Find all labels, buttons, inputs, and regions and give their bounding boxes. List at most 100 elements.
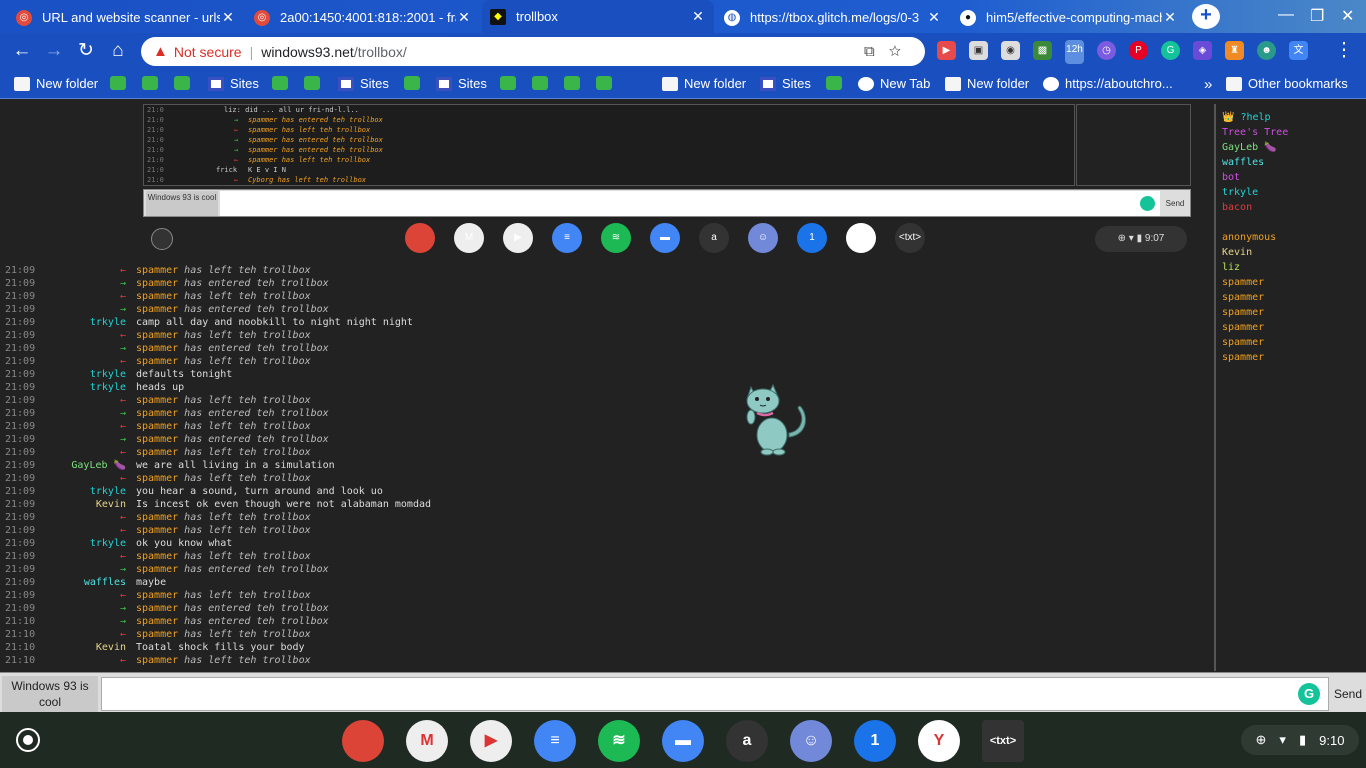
message-nick[interactable]: trkyle: [90, 381, 126, 394]
star-icon[interactable]: ☆: [889, 43, 915, 60]
tab-urlscan[interactable]: ◎ URL and website scanner - urlsc ✕: [8, 2, 244, 33]
user-list-item[interactable]: Kevin: [1216, 245, 1366, 260]
reload-icon[interactable]: ↻: [74, 39, 98, 63]
google-docs-icon[interactable]: ≡: [534, 720, 576, 762]
chrome-icon[interactable]: [342, 720, 384, 762]
message-nick[interactable]: Kevin: [96, 641, 126, 654]
close-icon[interactable]: ✕: [1162, 9, 1178, 26]
warning-icon[interactable]: ▲: [153, 43, 168, 60]
extension-icon[interactable]: ◈: [1193, 41, 1212, 60]
user-list-item[interactable]: spammer: [1216, 305, 1366, 320]
user-list-item[interactable]: GayLeb 🍆: [1216, 140, 1366, 155]
send-button[interactable]: Send: [1330, 677, 1366, 711]
bookmark-folder[interactable]: New folder: [945, 76, 1029, 91]
user-list-item[interactable]: 👑 ?help: [1216, 110, 1366, 125]
tab-ip[interactable]: ◎ 2a00:1450:4001:818::2001 - fra ✕: [246, 2, 480, 33]
bookmark-sites[interactable]: Sites: [436, 76, 487, 91]
user-list-item[interactable]: spammer: [1216, 290, 1366, 305]
screenshot-extension-icon[interactable]: ▣: [969, 41, 988, 60]
bookmarks-overflow[interactable]: »: [1204, 76, 1212, 93]
user-list-item[interactable]: Tree's Tree: [1216, 125, 1366, 140]
user-list-item[interactable]: bot: [1216, 170, 1366, 185]
user-list-item[interactable]: [1216, 215, 1366, 230]
spotify-icon[interactable]: ≋: [598, 720, 640, 762]
security-label[interactable]: Not secure: [174, 44, 242, 60]
message-nick[interactable]: GayLeb 🍆: [71, 459, 126, 472]
close-window-icon[interactable]: ✕: [1341, 6, 1354, 26]
forward-icon[interactable]: →: [42, 39, 66, 63]
user-list-item[interactable]: liz: [1216, 260, 1366, 275]
tab-logs[interactable]: ◍ https://tbox.glitch.me/logs/0-3 ✕: [716, 2, 950, 33]
pinterest-icon[interactable]: P: [1129, 41, 1148, 60]
play-store-icon[interactable]: ▶: [470, 720, 512, 762]
address-bar[interactable]: ▲ Not secure | windows93.net/trollbox/ ⧉…: [141, 37, 925, 66]
user-list-item[interactable]: waffles: [1216, 155, 1366, 170]
system-tray[interactable]: ⊕ ▾ ▮ 9:10: [1241, 725, 1359, 755]
message-nick[interactable]: trkyle: [90, 485, 126, 498]
bookmark-item[interactable]: [304, 76, 326, 90]
bookmark-google[interactable]: https://aboutchro...: [1043, 76, 1173, 91]
bookmark-sites[interactable]: Sites: [338, 76, 389, 91]
extension-icon[interactable]: ♜: [1225, 41, 1244, 60]
text-icon[interactable]: <txt>: [982, 720, 1024, 762]
user-list-item[interactable]: spammer: [1216, 320, 1366, 335]
translate-icon[interactable]: 文: [1289, 41, 1308, 60]
message-nick[interactable]: waffles: [84, 576, 126, 589]
bookmark-item[interactable]: [596, 76, 618, 90]
bookmark-sites[interactable]: Sites: [208, 76, 259, 91]
user-list-item[interactable]: bacon: [1216, 200, 1366, 215]
extension-icon[interactable]: ☻: [1257, 41, 1276, 60]
bookmark-folder[interactable]: New folder: [662, 76, 746, 91]
bookmark-newtab[interactable]: New Tab: [858, 76, 930, 91]
message-nick[interactable]: trkyle: [90, 368, 126, 381]
menu-icon[interactable]: ⋮: [1332, 39, 1356, 63]
one-icon[interactable]: 1: [854, 720, 896, 762]
clock-extension-icon[interactable]: ◷: [1097, 41, 1116, 60]
minimize-icon[interactable]: —: [1278, 6, 1294, 24]
calendar-extension-icon[interactable]: 12h: [1065, 40, 1084, 64]
bookmark-item[interactable]: [142, 76, 164, 90]
close-icon[interactable]: ✕: [220, 9, 236, 26]
chat-input[interactable]: [101, 677, 1329, 711]
close-icon[interactable]: ✕: [926, 9, 942, 26]
chat-log[interactable]: 21:0 liz: did ... all ur fri-nd-l.l.. 21:0…: [0, 104, 1212, 671]
home-icon[interactable]: ⌂: [106, 39, 130, 63]
bookmark-item[interactable]: [110, 76, 132, 90]
close-icon[interactable]: ✕: [456, 9, 472, 26]
bookmark-item[interactable]: [500, 76, 522, 90]
back-icon[interactable]: ←: [10, 39, 34, 63]
open-external-icon[interactable]: ⧉: [864, 43, 889, 60]
image-extension-icon[interactable]: ▩: [1033, 41, 1052, 60]
yandex-icon[interactable]: Y: [918, 720, 960, 762]
bookmark-other[interactable]: Other bookmarks: [1226, 76, 1348, 91]
bookmark-sites[interactable]: Sites: [760, 76, 811, 91]
discord-icon[interactable]: ☺: [790, 720, 832, 762]
user-list-item[interactable]: anonymous: [1216, 230, 1366, 245]
grammarly-icon[interactable]: G: [1161, 41, 1180, 60]
message-nick[interactable]: Kevin: [96, 498, 126, 511]
new-tab-button[interactable]: +: [1192, 4, 1220, 29]
files-icon[interactable]: ▬: [662, 720, 704, 762]
bookmark-item[interactable]: [532, 76, 554, 90]
message-nick[interactable]: trkyle: [90, 537, 126, 550]
bookmark-item[interactable]: [174, 76, 196, 90]
close-icon[interactable]: ✕: [690, 8, 706, 25]
bookmark-item[interactable]: [826, 76, 848, 90]
message-nick[interactable]: trkyle: [90, 316, 126, 329]
tab-trollbox[interactable]: ◆ trollbox ✕: [482, 0, 714, 33]
tab-github[interactable]: ● him5/effective-computing-mach ✕: [952, 2, 1186, 33]
user-list-item[interactable]: spammer: [1216, 275, 1366, 290]
restore-icon[interactable]: ❐: [1310, 6, 1324, 26]
add-icon[interactable]: ⊕: [1256, 732, 1267, 748]
input-label[interactable]: Windows 93 is cool: [2, 676, 98, 712]
gmail-icon[interactable]: M: [406, 720, 448, 762]
user-list-item[interactable]: trkyle: [1216, 185, 1366, 200]
bookmark-folder[interactable]: New folder: [14, 76, 98, 91]
extension-icon[interactable]: ◉: [1001, 41, 1020, 60]
screencast-extension-icon[interactable]: ▶: [937, 41, 956, 60]
bookmark-item[interactable]: [404, 76, 426, 90]
user-list-item[interactable]: spammer: [1216, 350, 1366, 365]
bookmark-item[interactable]: [564, 76, 586, 90]
bookmark-item[interactable]: [272, 76, 294, 90]
avast-icon[interactable]: a: [726, 720, 768, 762]
